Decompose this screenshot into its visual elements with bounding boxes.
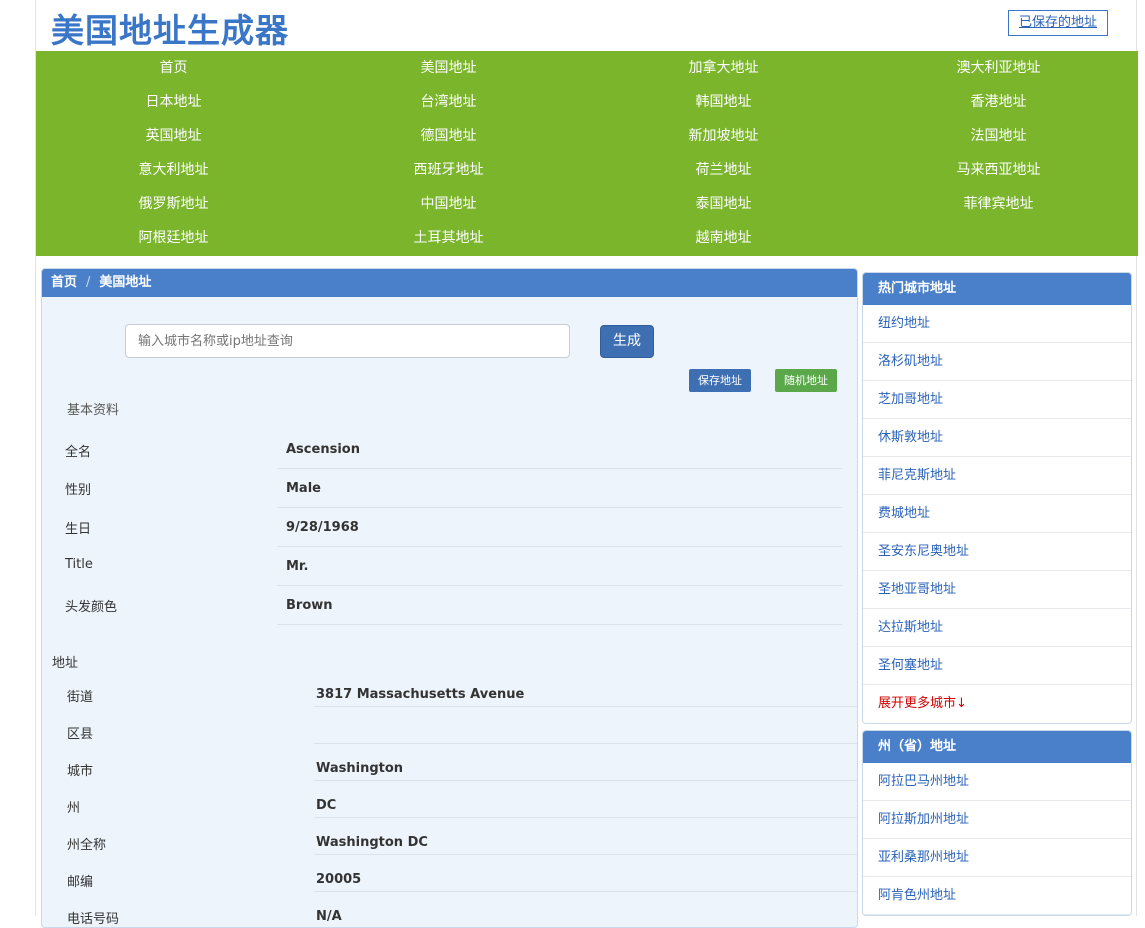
nav-philippines[interactable]: 菲律宾地址 <box>861 187 1136 221</box>
nav-korea[interactable]: 韩国地址 <box>586 85 861 119</box>
city-link[interactable]: 菲尼克斯地址 <box>863 457 1131 495</box>
value-title: Mr. <box>286 559 309 574</box>
label-fullname: 全名 <box>65 445 92 460</box>
address-heading: 地址 <box>52 656 79 671</box>
label-state-full: 州全称 <box>67 838 107 853</box>
nav-vietnam[interactable]: 越南地址 <box>586 221 861 255</box>
nav-argentina[interactable]: 阿根廷地址 <box>36 221 311 255</box>
breadcrumb-home[interactable]: 首页 <box>51 275 77 290</box>
city-link[interactable]: 纽约地址 <box>863 305 1131 343</box>
row-divider <box>314 854 857 855</box>
basic-info-heading: 基本资料 <box>67 403 120 418</box>
city-link[interactable]: 圣安东尼奥地址 <box>863 533 1131 571</box>
value-fullname: Ascension <box>286 442 360 457</box>
label-county: 区县 <box>67 727 94 742</box>
save-address-button[interactable]: 保存地址 <box>689 369 751 392</box>
label-state: 州 <box>67 801 81 816</box>
nav-italy[interactable]: 意大利地址 <box>36 153 311 187</box>
nav-taiwan[interactable]: 台湾地址 <box>311 85 586 119</box>
city-link[interactable]: 费城地址 <box>863 495 1131 533</box>
saved-addresses-link[interactable]: 已保存的地址 <box>1007 10 1108 36</box>
expand-more-cities-link[interactable]: 展开更多城市↓ <box>863 685 1131 723</box>
nav-france[interactable]: 法国地址 <box>861 119 1136 153</box>
city-link[interactable]: 圣何塞地址 <box>863 647 1131 685</box>
nav-australia[interactable]: 澳大利亚地址 <box>861 51 1136 85</box>
nav-malaysia[interactable]: 马来西亚地址 <box>861 153 1136 187</box>
value-zip: 20005 <box>316 872 362 887</box>
state-link[interactable]: 阿拉斯加州地址 <box>863 801 1131 839</box>
city-link[interactable]: 圣地亚哥地址 <box>863 571 1131 609</box>
nav-netherlands[interactable]: 荷兰地址 <box>586 153 861 187</box>
value-birthday: 9/28/1968 <box>286 520 359 535</box>
label-hair-color: 头发颜色 <box>65 600 118 615</box>
row-divider <box>277 546 842 547</box>
breadcrumb-current: 美国地址 <box>99 275 152 290</box>
city-link[interactable]: 休斯敦地址 <box>863 419 1131 457</box>
states-panel: 州（省）地址 阿拉巴马州地址 阿拉斯加州地址 亚利桑那州地址 阿肯色州地址 <box>862 730 1132 916</box>
value-city: Washington <box>316 761 404 776</box>
state-link[interactable]: 阿肯色州地址 <box>863 877 1131 915</box>
row-divider <box>277 468 842 469</box>
hot-cities-heading: 热门城市地址 <box>863 273 1131 305</box>
nav-germany[interactable]: 德国地址 <box>311 119 586 153</box>
label-phone: 电话号码 <box>67 912 120 927</box>
label-title: Title <box>65 557 93 572</box>
site-title: 美国地址生成器 <box>51 11 289 50</box>
nav-japan[interactable]: 日本地址 <box>36 85 311 119</box>
nav-thailand[interactable]: 泰国地址 <box>586 187 861 221</box>
value-state-full: Washington DC <box>316 835 428 850</box>
header: 美国地址生成器 已保存的地址 <box>36 0 1138 51</box>
row-divider <box>277 507 842 508</box>
label-city: 城市 <box>67 764 94 779</box>
state-link[interactable]: 阿拉巴马州地址 <box>863 763 1131 801</box>
page: 美国地址生成器 已保存的地址 首页 美国地址 加拿大地址 澳大利亚地址 日本地址… <box>35 0 1138 928</box>
state-link[interactable]: 亚利桑那州地址 <box>863 839 1131 877</box>
search-input[interactable] <box>125 324 570 358</box>
value-gender: Male <box>286 481 321 496</box>
nav-canada[interactable]: 加拿大地址 <box>586 51 861 85</box>
value-hair-color: Brown <box>286 598 333 613</box>
breadcrumb-separator: / <box>86 275 91 290</box>
nav-home[interactable]: 首页 <box>36 51 311 85</box>
nav-russia[interactable]: 俄罗斯地址 <box>36 187 311 221</box>
breadcrumb: 首页 / 美国地址 <box>42 269 857 297</box>
nav-hongkong[interactable]: 香港地址 <box>861 85 1136 119</box>
row-divider <box>314 780 857 781</box>
nav-singapore[interactable]: 新加坡地址 <box>586 119 861 153</box>
value-street: 3817 Massachusetts Avenue <box>316 687 525 702</box>
nav-spain[interactable]: 西班牙地址 <box>311 153 586 187</box>
value-phone: N/A <box>316 909 342 924</box>
sidebar: 热门城市地址 纽约地址 洛杉矶地址 芝加哥地址 休斯敦地址 菲尼克斯地址 费城地… <box>862 272 1132 922</box>
row-divider <box>314 891 857 892</box>
random-address-button[interactable]: 随机地址 <box>775 369 837 392</box>
nav-china[interactable]: 中国地址 <box>311 187 586 221</box>
city-link[interactable]: 芝加哥地址 <box>863 381 1131 419</box>
row-divider <box>314 817 857 818</box>
row-divider <box>314 706 857 707</box>
nav-usa[interactable]: 美国地址 <box>311 51 586 85</box>
label-gender: 性别 <box>65 483 92 498</box>
main-panel: 首页 / 美国地址 生成 保存地址 随机地址 基本资料 全名 Ascension 性… <box>41 268 858 928</box>
city-link[interactable]: 洛杉矶地址 <box>863 343 1131 381</box>
country-nav: 首页 美国地址 加拿大地址 澳大利亚地址 日本地址 台湾地址 韩国地址 香港地址… <box>36 51 1138 256</box>
label-zip: 邮编 <box>67 875 94 890</box>
value-state: DC <box>316 798 337 813</box>
row-divider <box>277 624 842 625</box>
row-divider <box>277 585 842 586</box>
states-heading: 州（省）地址 <box>863 731 1131 763</box>
label-birthday: 生日 <box>65 522 92 537</box>
hot-cities-panel: 热门城市地址 纽约地址 洛杉矶地址 芝加哥地址 休斯敦地址 菲尼克斯地址 费城地… <box>862 272 1132 724</box>
generate-button[interactable]: 生成 <box>600 325 654 358</box>
label-street: 街道 <box>67 690 94 705</box>
row-divider <box>314 743 857 744</box>
nav-uk[interactable]: 英国地址 <box>36 119 311 153</box>
city-link[interactable]: 达拉斯地址 <box>863 609 1131 647</box>
nav-turkey[interactable]: 土耳其地址 <box>311 221 586 255</box>
